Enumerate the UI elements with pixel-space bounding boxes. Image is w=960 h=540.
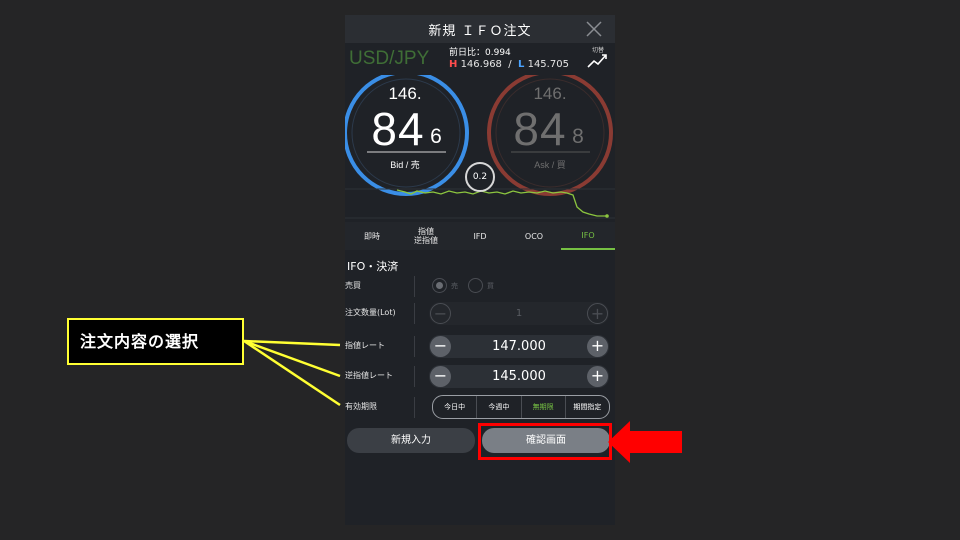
low-label: L [518,59,525,70]
currency-pair: USD/JPY [349,48,430,69]
stop-rate-label: 逆指値レート [345,371,393,380]
callout-box: 注文内容の選択 [67,318,244,365]
row-divider [414,366,415,387]
limit-rate-label: 指値レート [345,341,385,350]
header-bar: 新規 ＩＦＯ注文 [345,15,615,43]
ask-price-head[interactable]: 146. [525,84,575,104]
stop-rate-value[interactable]: 145.000 [453,369,585,384]
trend-chart-icon [587,54,607,68]
tab-market[interactable]: 即時 [345,222,399,250]
limit-rate-minus-button[interactable]: − [430,336,451,357]
quantity-row: 注文数量(Lot) − 1 + [345,300,615,327]
confirm-highlight-box [478,423,612,460]
minus-icon: − [430,303,451,324]
expiry-label: 有効期限 [345,402,377,411]
quantity-value: 1 [515,308,523,319]
order-type-tabs: 即時 指値 逆指値 IFD OCO IFO [345,222,615,250]
ask-price-tail[interactable]: 8 [567,125,589,149]
limit-rate-stepper[interactable]: − 147.000 + [429,335,609,358]
new-input-button[interactable]: 新規入力 [347,428,475,453]
side-sell-label: 売 [451,281,458,290]
tab-ifo[interactable]: IFO [561,222,615,250]
radio-selected-icon [432,278,447,293]
low-value: 145.705 [527,59,569,70]
expiry-this-week[interactable]: 今週中 [477,396,522,418]
sparkline-end-dot [605,214,609,218]
row-divider [414,336,415,357]
red-arrow-icon [608,421,682,463]
stop-rate-stepper[interactable]: − 145.000 + [429,365,609,388]
quantity-label: 注文数量(Lot) [345,308,396,317]
row-divider [414,397,415,418]
side-radio-group: 売 買 [432,278,494,293]
side-sell-radio[interactable]: 売 [432,278,458,293]
expiry-row: 有効期限 今日中 今週中 無期限 期間指定 [345,394,615,421]
quantity-stepper: − 1 + [429,302,609,325]
bid-price-head[interactable]: 146. [380,84,430,104]
expiry-specified[interactable]: 期間指定 [566,396,609,418]
stop-rate-minus-button[interactable]: − [430,366,451,387]
radio-empty-icon [468,278,483,293]
side-buy-radio[interactable]: 買 [468,278,494,293]
stop-rate-plus-button[interactable]: + [587,366,608,387]
side-buy-label: 買 [487,281,494,290]
high-value: 146.968 [460,59,502,70]
tab-ifd[interactable]: IFD [453,222,507,250]
ask-label: Ask / 買 [534,160,566,170]
side-row: 売買 売 買 [345,273,615,300]
high-low: H 146.968 / L 145.705 [449,59,569,70]
bid-price-tail[interactable]: 6 [425,125,447,149]
expiry-today[interactable]: 今日中 [433,396,478,418]
tab-limit-stop[interactable]: 指値 逆指値 [399,222,453,250]
page-title: 新規 ＩＦＯ注文 [428,24,532,39]
side-label: 売買 [345,281,361,290]
limit-rate-row: 指値レート − 147.000 + [345,333,615,360]
bid-label: Bid / 売 [390,160,420,170]
row-divider [414,303,415,324]
stop-rate-row: 逆指値レート − 145.000 + [345,363,615,390]
limit-rate-value[interactable]: 147.000 [453,339,585,354]
chart-toggle-button[interactable]: 切替 [585,45,611,73]
section-title: IFO・決済 [347,260,399,273]
expiry-unlimited[interactable]: 無期限 [522,396,566,418]
previous-day-change: 前日比：0.994 [449,48,511,58]
price-sparkline [396,189,607,217]
expiry-segmented-control: 今日中 今週中 無期限 期間指定 [432,395,610,419]
plus-icon: + [587,303,608,324]
bid-price-main[interactable]: 84 [363,102,433,156]
high-label: H [449,59,458,70]
row-divider [414,276,415,297]
spread-badge: 0.2 [465,162,495,192]
tab-oco[interactable]: OCO [507,222,561,250]
close-icon[interactable] [583,18,605,40]
limit-rate-plus-button[interactable]: + [587,336,608,357]
ask-price-main[interactable]: 84 [505,102,575,156]
